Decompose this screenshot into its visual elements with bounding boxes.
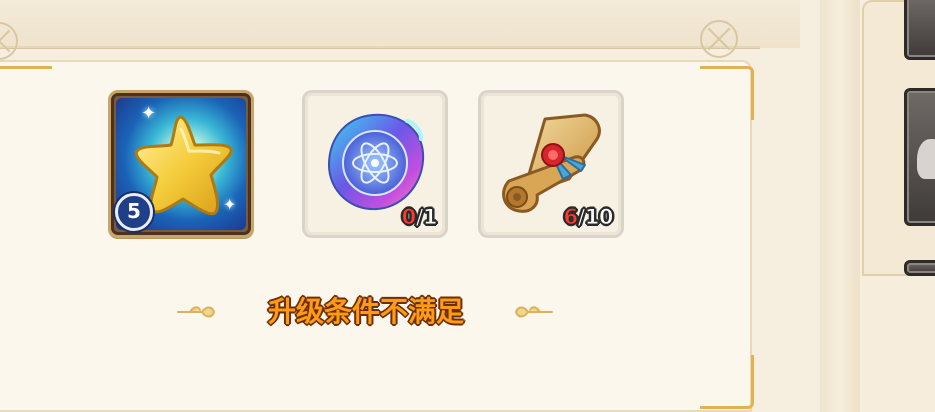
upgrade-condition-row: 升级条件不满足 [176,288,556,336]
top-banner [0,0,800,48]
required-count: /10 [577,205,614,230]
material-slot-scroll[interactable]: 6/10 [478,90,624,238]
panel-divider [820,0,860,412]
side-list-item[interactable] [904,88,935,226]
required-count: /1 [415,205,438,230]
gold-frame-corner [0,66,52,120]
upgrade-condition-text: 升级条件不满足 [267,295,464,328]
right-flourish-icon [514,306,553,318]
gold-frame-corner [700,66,754,120]
owned-count: 0 [401,205,417,230]
level-badge: 5 [115,193,153,231]
prism-orb-icon [327,113,425,211]
sparkle-icon: ✦ [141,103,157,124]
side-list-item[interactable] [904,260,935,276]
sealed-scroll-icon [502,113,601,213]
featured-item-slot[interactable]: ✦ ✦ 5 [108,90,254,238]
side-list-panel-lower [862,276,935,412]
material-count-orb: 0/1 [401,205,438,230]
gold-frame-corner [700,355,754,409]
material-count-scroll: 6/10 [563,205,614,230]
left-flourish-icon [177,306,216,318]
owned-count: 6 [563,205,579,230]
top-banner-divider [0,46,760,49]
sparkle-icon: ✦ [223,195,237,214]
ship-wheel-ornament-icon [700,20,738,58]
side-list-item[interactable] [904,0,935,60]
material-slot-orb[interactable]: 0/1 [302,90,448,238]
